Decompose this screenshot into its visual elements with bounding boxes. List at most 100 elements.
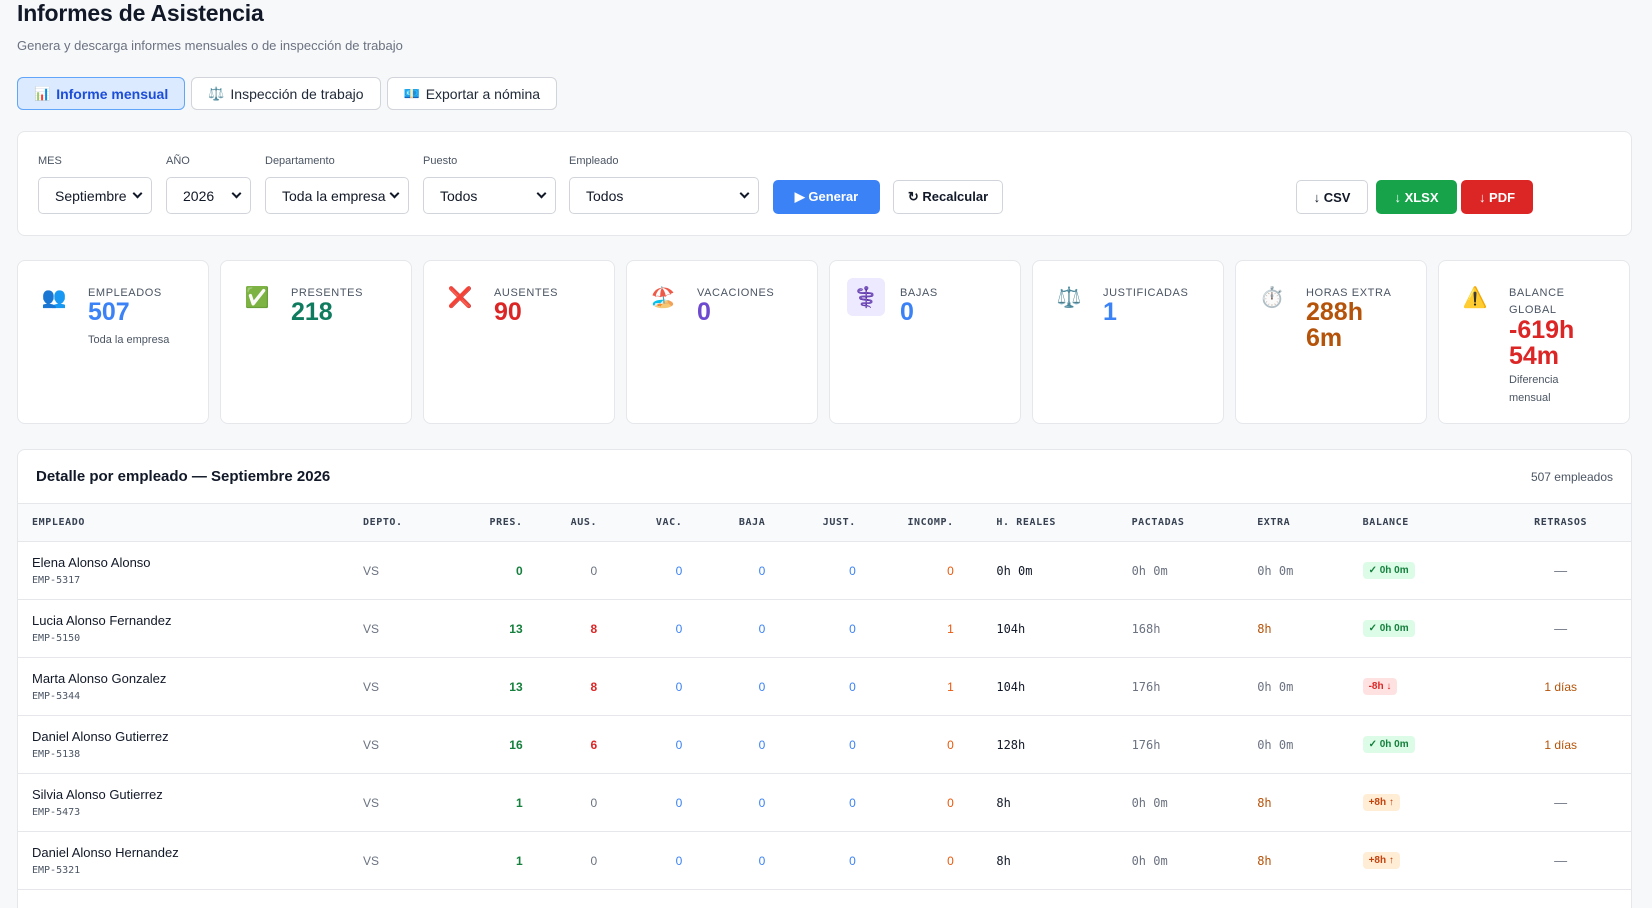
employee-name[interactable]: Silvia Alonso Gutierrez bbox=[32, 787, 363, 802]
pres-cell: 0 bbox=[515, 563, 523, 578]
pres-cell: 13 bbox=[509, 679, 523, 694]
delays-cell: 1 días bbox=[1544, 737, 1578, 752]
employee-name[interactable]: Daniel Alonso Gutierrez bbox=[32, 729, 363, 744]
tab-label: Inspección de trabajo bbox=[230, 85, 364, 102]
just-cell: 0 bbox=[849, 853, 856, 868]
table-row[interactable]: Marta Alonso Gonzalez EMP-5344 VS 13 8 0 0 0 1 10… bbox=[18, 658, 1631, 716]
chevron-down-icon bbox=[536, 188, 547, 199]
scales-icon: ⚖️ bbox=[208, 85, 225, 101]
table-row[interactable]: Daniel Alonso Gutierrez EMP-5138 VS 16 6 0 0 0 0… bbox=[18, 716, 1631, 774]
col-department[interactable]: DEPTO. bbox=[363, 504, 448, 542]
balance-badge: +8h ↑ bbox=[1362, 794, 1400, 811]
year-filter: AÑO 2026 bbox=[166, 155, 251, 214]
incomp-cell: 1 bbox=[947, 679, 954, 694]
col-absent[interactable]: AUS. bbox=[523, 504, 598, 542]
tab-label: Informe mensual bbox=[56, 85, 169, 102]
agreed-hours-cell: 176h bbox=[1131, 679, 1161, 694]
just-cell: 0 bbox=[849, 679, 856, 694]
check-icon: ✅ bbox=[244, 286, 270, 309]
pdf-download-button[interactable]: ↓ PDF bbox=[1461, 180, 1533, 214]
employee-cell: Lucia Alonso Fernandez EMP-5150 bbox=[18, 600, 363, 658]
col-balance[interactable]: BALANCE bbox=[1363, 504, 1491, 542]
delays-cell: — bbox=[1554, 795, 1568, 810]
table-row[interactable]: Lucia Alonso Fernandez EMP-5150 VS 13 8 0 0 0 1 1… bbox=[18, 600, 1631, 658]
table-row[interactable]: Elena Alonso Alonso EMP-5317 VS 0 0 0 0 0 0 0h 0m… bbox=[18, 542, 1631, 600]
stat-card-justified: ⚖️ JUSTIFICADAS 1 bbox=[1032, 260, 1224, 424]
tab-labor-inspection[interactable]: ⚖️ Inspección de trabajo bbox=[191, 77, 381, 110]
col-sick-leave[interactable]: BAJA bbox=[682, 504, 765, 542]
just-cell: 0 bbox=[849, 737, 856, 752]
balance-cell: ✓ 0h 0m bbox=[1362, 600, 1491, 658]
warning-icon: ⚠️ bbox=[1462, 286, 1488, 309]
employee-id: EMP-5473 bbox=[32, 807, 81, 818]
beach-umbrella-icon: 🏖️ bbox=[650, 286, 676, 309]
employee-name[interactable]: Lucia Alonso Fernandez bbox=[32, 613, 363, 628]
employee-name[interactable]: Daniel Alonso Hernandez bbox=[32, 845, 363, 860]
employee-id: EMP-5321 bbox=[32, 865, 81, 876]
position-select[interactable]: Todos bbox=[423, 177, 556, 214]
department-cell: VS bbox=[362, 563, 379, 578]
just-cell: 0 bbox=[849, 563, 856, 578]
stat-sub: Toda la empresa bbox=[88, 334, 170, 346]
tab-monthly-report[interactable]: 📊 Informe mensual bbox=[17, 77, 186, 110]
department-cell: VS bbox=[362, 737, 379, 752]
col-employee[interactable]: EMPLEADO bbox=[18, 504, 363, 542]
xlsx-download-button[interactable]: ↓ XLSX bbox=[1376, 180, 1457, 214]
col-present[interactable]: PRES. bbox=[448, 504, 523, 542]
department-select[interactable]: Toda la empresa bbox=[265, 177, 409, 214]
stat-label: BALANCE GLOBAL bbox=[1509, 287, 1565, 316]
stat-value: 288h 6m bbox=[1306, 298, 1363, 352]
incomp-cell: 0 bbox=[947, 563, 954, 578]
incomp-cell: 0 bbox=[947, 737, 954, 752]
tab-export-payroll[interactable]: 💶 Exportar a nómina bbox=[386, 77, 558, 110]
employee-id: EMP-5317 bbox=[32, 575, 81, 586]
balance-cell: ✓ 0h 0m bbox=[1362, 542, 1491, 600]
position-value: Todos bbox=[440, 187, 478, 204]
col-real-hours[interactable]: H. REALES bbox=[996, 504, 1131, 542]
agreed-hours-cell: 0h 0m bbox=[1131, 795, 1168, 810]
employee-name[interactable]: Elena Alonso Alonso bbox=[32, 555, 363, 570]
stat-value: -619h 54m bbox=[1509, 316, 1575, 370]
stat-value: 1 bbox=[1103, 298, 1117, 326]
stat-label: VACACIONES bbox=[697, 287, 775, 299]
agreed-hours-cell: 0h 0m bbox=[1131, 853, 1168, 868]
col-justified[interactable]: JUST. bbox=[765, 504, 856, 542]
table-row[interactable]: Silvia Alonso Gutierrez EMP-5473 VS 1 0 0 0 0 0 8… bbox=[18, 774, 1631, 832]
stat-label: BAJAS bbox=[900, 287, 938, 299]
tab-label: Exportar a nómina bbox=[425, 85, 541, 102]
generate-button[interactable]: ▶ Generar bbox=[773, 180, 880, 214]
vac-cell: 0 bbox=[675, 737, 683, 752]
real-hours-cell: 104h bbox=[996, 679, 1026, 694]
employee-cell: Silvia Alonso Gutierrez EMP-5473 bbox=[18, 774, 363, 832]
employee-select[interactable]: Todos bbox=[569, 177, 759, 214]
stat-card-absent: ❌ AUSENTES 90 bbox=[423, 260, 615, 424]
stat-label: JUSTIFICADAS bbox=[1103, 287, 1189, 299]
month-label: MES bbox=[38, 155, 62, 167]
just-cell: 0 bbox=[849, 621, 856, 636]
real-hours-cell: 0h 0m bbox=[996, 563, 1033, 578]
recalculate-button[interactable]: ↻ Recalcular bbox=[893, 180, 1003, 214]
balance-cell: ✓ 0h 0m bbox=[1362, 716, 1491, 774]
agreed-hours-cell: 176h bbox=[1131, 737, 1161, 752]
col-agreed-hours[interactable]: PACTADAS bbox=[1132, 504, 1258, 542]
department-filter: Departamento Toda la empresa bbox=[265, 155, 409, 214]
col-overtime[interactable]: EXTRA bbox=[1257, 504, 1362, 542]
employee-name[interactable]: Marta Alonso Gonzalez bbox=[32, 671, 363, 686]
col-delays[interactable]: RETRASOS bbox=[1490, 504, 1631, 542]
pres-cell: 1 bbox=[515, 853, 523, 868]
col-incomplete[interactable]: INCOMP. bbox=[856, 504, 954, 542]
csv-download-button[interactable]: ↓ CSV bbox=[1296, 180, 1368, 214]
year-select[interactable]: 2026 bbox=[166, 177, 251, 214]
table-row[interactable]: Daniel Alonso Hernandez EMP-5321 VS 1 0 0 0 0 0 8… bbox=[18, 832, 1631, 890]
summary-cards: 👥 EMPLEADOS 507 Toda la empresa ✅ PRESEN… bbox=[17, 260, 1630, 424]
filters-panel: MES Septiembre AÑO 2026 Departamento Tod… bbox=[17, 131, 1632, 236]
stat-card-present: ✅ PRESENTES 218 bbox=[220, 260, 412, 424]
month-value: Septiembre bbox=[55, 187, 127, 204]
overtime-cell: 8h bbox=[1257, 621, 1272, 636]
vac-cell: 0 bbox=[675, 621, 683, 636]
month-select[interactable]: Septiembre bbox=[38, 177, 152, 214]
col-vacation[interactable]: VAC. bbox=[597, 504, 682, 542]
agreed-hours-cell: 0h 0m bbox=[1131, 563, 1168, 578]
balance-cell: +8h ↑ bbox=[1362, 774, 1491, 832]
department-cell: VS bbox=[362, 853, 379, 868]
